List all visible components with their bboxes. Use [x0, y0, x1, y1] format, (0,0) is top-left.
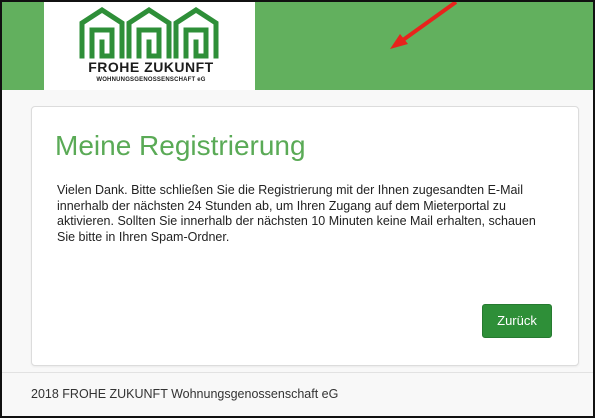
red-arrow-icon	[390, 2, 458, 49]
confirmation-message: Vielen Dank. Bitte schließen Sie die Reg…	[57, 183, 536, 244]
houses-logo-icon	[79, 7, 219, 59]
back-button[interactable]: Zurück	[482, 304, 552, 338]
logo-subtitle: WOHNUNGSGENOSSENSCHAFT eG	[96, 77, 206, 83]
browser-viewport: FROHE ZUKUNFT WOHNUNGSGENOSSENSCHAFT eG …	[0, 0, 595, 418]
page-title: Meine Registrierung	[55, 130, 306, 161]
registration-card: Meine Registrierung Vielen Dank. Bitte s…	[31, 106, 579, 366]
footer-divider	[2, 372, 593, 373]
footer-copyright: 2018 FROHE ZUKUNFT Wohnungsgenossenschaf…	[31, 387, 339, 401]
logo[interactable]: FROHE ZUKUNFT WOHNUNGSGENOSSENSCHAFT eG	[44, 2, 255, 90]
page-header: FROHE ZUKUNFT WOHNUNGSGENOSSENSCHAFT eG	[2, 2, 593, 90]
logo-name: FROHE ZUKUNFT	[88, 59, 214, 75]
